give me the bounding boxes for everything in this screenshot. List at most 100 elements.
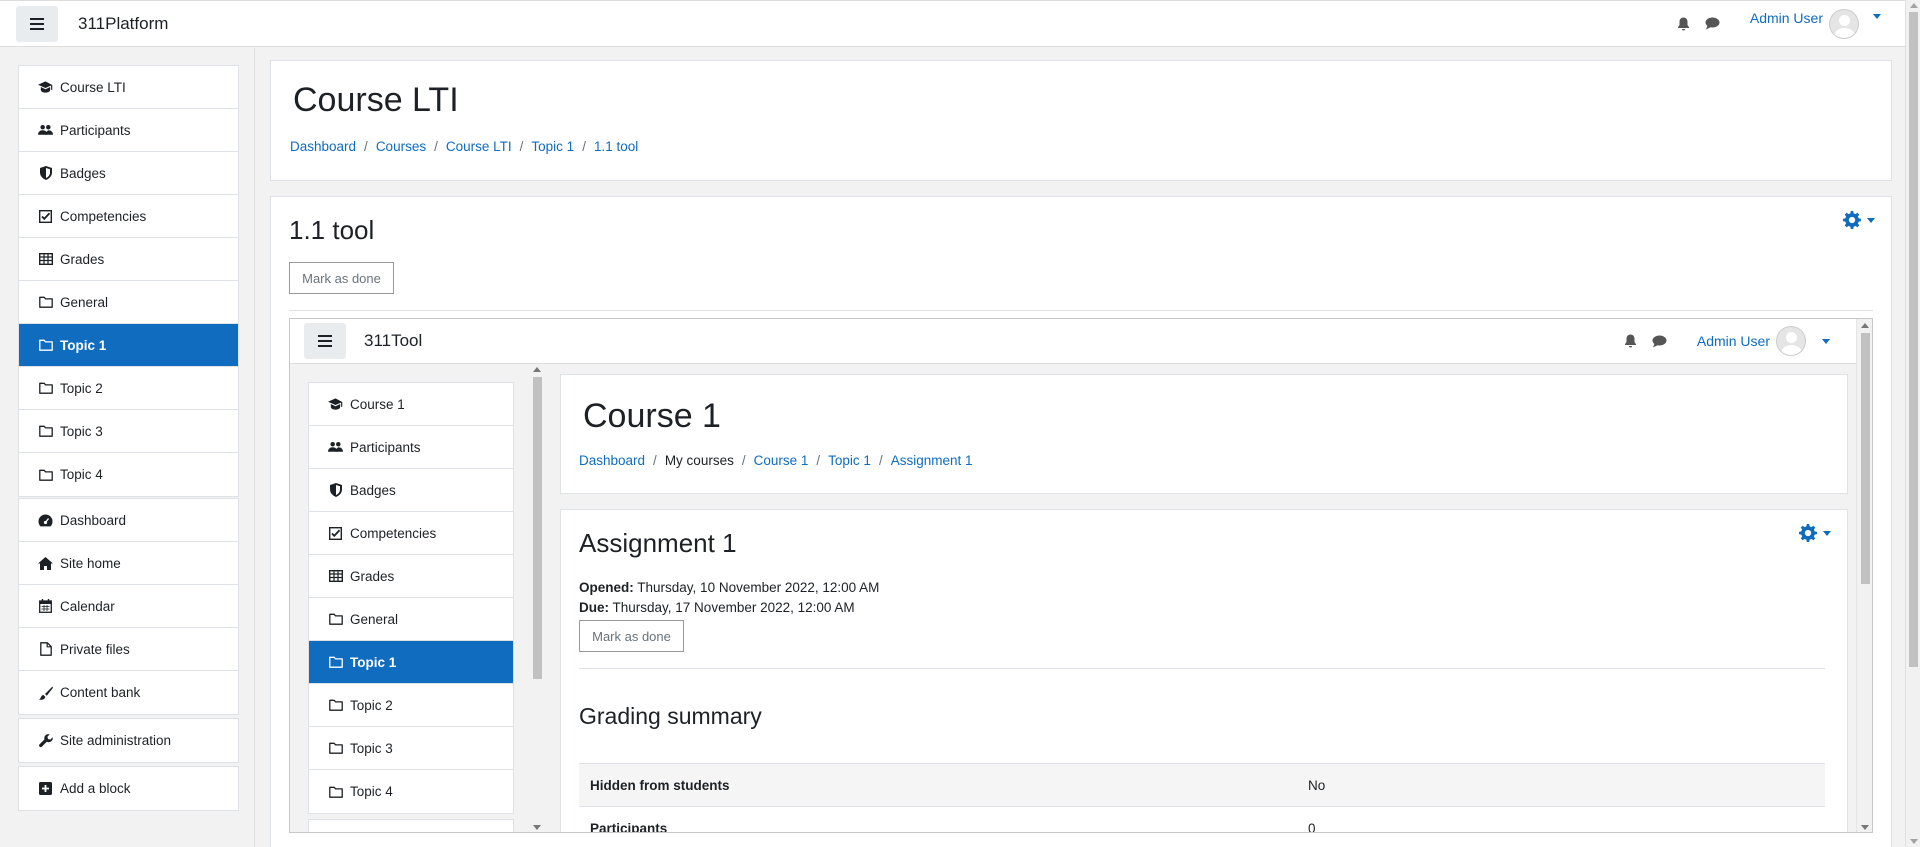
assignment-title: Assignment 1 xyxy=(579,528,737,558)
sidebar-item-label: Grades xyxy=(60,251,105,267)
sidebar-item-dashboard[interactable]: Dashboard xyxy=(19,499,238,542)
user-menu-name[interactable]: Admin User xyxy=(1750,10,1823,26)
sidebar-item-label: General xyxy=(60,294,109,310)
sidebar-item-label: Topic 3 xyxy=(350,740,393,756)
scroll-down-arrow-icon[interactable] xyxy=(1910,839,1918,844)
user-avatar[interactable] xyxy=(1829,8,1859,39)
folder-icon xyxy=(328,698,343,713)
checkbox-icon xyxy=(38,209,53,224)
breadcrumb-item-dashboard[interactable]: Dashboard xyxy=(290,139,356,154)
sidebar-item-competencies[interactable]: Competencies xyxy=(309,512,513,555)
shield-icon xyxy=(328,483,343,498)
sidebar-item-site-administration[interactable]: Site administration xyxy=(19,719,238,762)
sidebar-item-badges[interactable]: Badges xyxy=(309,469,513,512)
notifications-bell-icon[interactable] xyxy=(1675,15,1693,33)
scroll-down-arrow-icon[interactable] xyxy=(1861,825,1869,830)
sidebar-item-topic-4[interactable]: Topic 4 xyxy=(309,770,513,813)
add-block-group: Add a block xyxy=(18,766,239,811)
activity-settings-menu[interactable] xyxy=(1843,211,1875,229)
breadcrumb-item-topic-1[interactable]: Topic 1 xyxy=(531,139,574,154)
tool-brand[interactable]: 311Tool xyxy=(364,331,422,351)
folder-icon xyxy=(38,424,53,439)
sidebar-item-label: Topic 1 xyxy=(60,337,107,353)
graduation-cap-icon xyxy=(328,397,343,412)
tool-user-menu-name[interactable]: Admin User xyxy=(1697,333,1770,349)
sidebar-item-topic-4[interactable]: Topic 4 xyxy=(19,453,238,496)
sidebar-item-grades[interactable]: Grades xyxy=(19,238,238,281)
breadcrumb-item-dashboard[interactable]: Dashboard xyxy=(579,453,645,468)
chevron-down-icon[interactable] xyxy=(1822,338,1830,344)
folder-icon xyxy=(328,784,343,799)
breadcrumb-item-course-1[interactable]: Course 1 xyxy=(754,453,809,468)
opened-value: Thursday, 10 November 2022, 12:00 AM xyxy=(637,580,880,595)
page-scrollbar-thumb[interactable] xyxy=(1909,12,1918,667)
sidebar-item-badges[interactable]: Badges xyxy=(19,152,238,195)
sidebar-item-calendar[interactable]: Calendar xyxy=(19,585,238,628)
table-icon xyxy=(328,569,343,584)
sidebar-item-site-home[interactable]: Site home xyxy=(19,542,238,585)
breadcrumb-item-course-lti[interactable]: Course LTI xyxy=(446,139,512,154)
folder-icon xyxy=(38,467,53,482)
sidebar-item-general[interactable]: General xyxy=(309,598,513,641)
grading-row-key: Hidden from students xyxy=(579,763,1297,807)
checkbox-icon xyxy=(328,526,343,541)
lti-tool-frame[interactable]: 311Tool Admin User Course 1 Participants B… xyxy=(289,318,1873,833)
mark-as-done-button[interactable]: Mark as done xyxy=(289,262,394,294)
tool-user-avatar[interactable] xyxy=(1776,326,1806,356)
divider xyxy=(289,310,1873,311)
page-scrollbar[interactable] xyxy=(1905,0,1920,847)
calendar-icon xyxy=(38,599,53,614)
sidebar-item-label: Dashboard xyxy=(60,512,127,528)
tool-drawer-scrollbar[interactable] xyxy=(532,365,543,832)
assignment-mark-as-done-button[interactable]: Mark as done xyxy=(579,620,684,652)
sidebar-item-grades[interactable]: Grades xyxy=(309,555,513,598)
sidebar-item-competencies[interactable]: Competencies xyxy=(19,195,238,238)
sidebar-item-topic-2[interactable]: Topic 2 xyxy=(19,367,238,410)
add-block-button[interactable]: Add a block xyxy=(19,767,238,810)
assignment-settings-menu[interactable] xyxy=(1799,524,1831,542)
sidebar-item-label: Competencies xyxy=(60,208,147,224)
sidebar-item-topic-3[interactable]: Topic 3 xyxy=(19,410,238,453)
sidebar-item-topic-3[interactable]: Topic 3 xyxy=(309,727,513,770)
sidebar-item-topic-1[interactable]: Topic 1 xyxy=(19,324,238,367)
breadcrumb-item-topic-1[interactable]: Topic 1 xyxy=(828,453,871,468)
tool-drawer-toggle-button[interactable] xyxy=(304,323,346,359)
sidebar-item-general[interactable]: General xyxy=(19,281,238,324)
tool-frame-scrollbar[interactable] xyxy=(1856,319,1872,832)
grading-summary-table: Hidden from students No Participants 0 xyxy=(579,763,1825,832)
sidebar-item-topic-2[interactable]: Topic 2 xyxy=(309,684,513,727)
breadcrumb-item-courses[interactable]: Courses xyxy=(376,139,426,154)
scroll-up-arrow-icon[interactable] xyxy=(1861,323,1869,328)
sidebar-item-participants[interactable]: Participants xyxy=(19,109,238,152)
notifications-bell-icon[interactable] xyxy=(1622,332,1640,350)
sidebar-item-content-bank[interactable]: Content bank xyxy=(19,671,238,714)
top-navbar: 311Platform Admin User xyxy=(0,0,1905,47)
tool-frame-scrollbar-thumb[interactable] xyxy=(1861,333,1870,584)
messages-bubble-icon[interactable] xyxy=(1704,15,1722,33)
drawer-toggle-button[interactable] xyxy=(16,5,58,42)
tool-site-nav-group xyxy=(308,819,514,832)
tool-course-nav-group: Course 1 Participants Badges Competencies Gr… xyxy=(308,382,514,814)
breadcrumb-separator: / xyxy=(816,453,821,468)
sidebar-item-participants[interactable]: Participants xyxy=(309,426,513,469)
sidebar-item-private-files[interactable]: Private files xyxy=(19,628,238,671)
scroll-down-arrow-icon[interactable] xyxy=(533,825,541,830)
scroll-up-arrow-icon[interactable] xyxy=(533,367,541,372)
breadcrumb-item-1-1-tool[interactable]: 1.1 tool xyxy=(594,139,638,154)
messages-bubble-icon[interactable] xyxy=(1651,332,1669,350)
site-brand[interactable]: 311Platform xyxy=(78,14,168,34)
opened-label: Opened: xyxy=(579,580,634,595)
sidebar-item-label: Topic 3 xyxy=(60,423,103,439)
sidebar-item-topic-1[interactable]: Topic 1 xyxy=(309,641,513,684)
sidebar-item-label: Calendar xyxy=(60,598,115,614)
file-icon xyxy=(38,642,53,657)
chevron-down-icon[interactable] xyxy=(1873,14,1881,19)
sidebar-item-label: Course 1 xyxy=(350,396,405,412)
breadcrumb-separator: / xyxy=(741,453,746,468)
tool-drawer-scrollbar-thumb[interactable] xyxy=(533,377,542,679)
sidebar-item-course-1[interactable]: Course 1 xyxy=(309,383,513,426)
users-icon xyxy=(328,440,343,455)
scroll-up-arrow-icon[interactable] xyxy=(1910,3,1918,8)
breadcrumb-item-assignment-1[interactable]: Assignment 1 xyxy=(891,453,973,468)
sidebar-item-course-lti[interactable]: Course LTI xyxy=(19,66,238,109)
